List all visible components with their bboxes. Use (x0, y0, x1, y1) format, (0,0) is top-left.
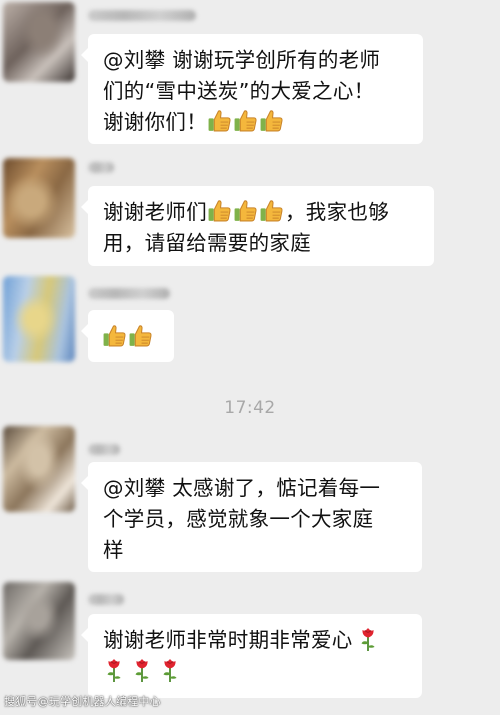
message-1-line-2: 们的“雪中送炭”的大爱之心！ (103, 79, 375, 103)
message-4-line-2: 个学员，感觉就象一个大家庭 (103, 507, 374, 531)
sender-name-1 (88, 10, 196, 21)
message-4-line-3: 样 (103, 538, 124, 562)
sender-avatar-4[interactable] (3, 426, 75, 512)
sender-name-3 (88, 288, 170, 299)
message-bubble-1[interactable]: @刘攀 谢谢玩学创所有的老师 们的“雪中送炭”的大爱之心！ 谢谢你们！ (81, 34, 423, 144)
message-1-line-1: @刘攀 谢谢玩学创所有的老师 (103, 48, 381, 72)
message-bubble-5[interactable]: 谢谢老师非常时期非常爱心 (81, 614, 422, 698)
rose-icon (159, 656, 181, 683)
thumbs-up-icon (128, 323, 153, 348)
message-2-line-1-text: 谢谢老师们 (103, 200, 207, 224)
message-4-line-1: @刘攀 太感谢了，惦记着每一 (103, 476, 381, 500)
sender-avatar-5[interactable] (3, 582, 75, 660)
message-5-line-2 (103, 656, 407, 687)
message-bubble-2[interactable]: 谢谢老师们 ，我家也够 用，请留给需要的家庭 (81, 186, 434, 266)
thumbs-up-icon (207, 198, 232, 223)
source-watermark: 搜狐号@玩学创机器人编程中心 (4, 695, 161, 708)
chat-timestamp: 17:42 (224, 398, 276, 418)
rose-icon (103, 656, 125, 683)
message-2-line-1-tail: ，我家也够 (285, 200, 389, 224)
sender-avatar-3[interactable] (3, 276, 75, 362)
thumbs-up-icon (233, 198, 258, 223)
message-1-line-3-text: 谢谢你们！ (103, 110, 207, 134)
rose-icon (357, 625, 379, 652)
sender-avatar-1[interactable] (3, 2, 75, 82)
sender-name-4 (88, 444, 120, 455)
thumbs-up-icon (259, 108, 284, 133)
thumbs-up-icon (233, 108, 258, 133)
sender-avatar-2[interactable] (3, 158, 75, 238)
message-5-line-1: 谢谢老师非常时期非常爱心 (103, 625, 407, 656)
message-5-line-1-text: 谢谢老师非常时期非常爱心 (103, 628, 353, 652)
thumbs-up-icon (102, 323, 127, 348)
sender-name-5 (88, 594, 124, 605)
message-2-line-2: 用，请留给需要的家庭 (103, 231, 311, 255)
thumbs-up-icon (259, 198, 284, 223)
message-1-line-3: 谢谢你们！ (103, 107, 408, 138)
message-bubble-4[interactable]: @刘攀 太感谢了，惦记着每一 个学员，感觉就象一个大家庭 样 (81, 462, 422, 572)
message-bubble-3[interactable] (81, 310, 174, 362)
message-2-line-1: 谢谢老师们 ，我家也够 (103, 197, 419, 228)
rose-icon (131, 656, 153, 683)
thumbs-up-icon (207, 108, 232, 133)
sender-name-2 (88, 162, 114, 173)
